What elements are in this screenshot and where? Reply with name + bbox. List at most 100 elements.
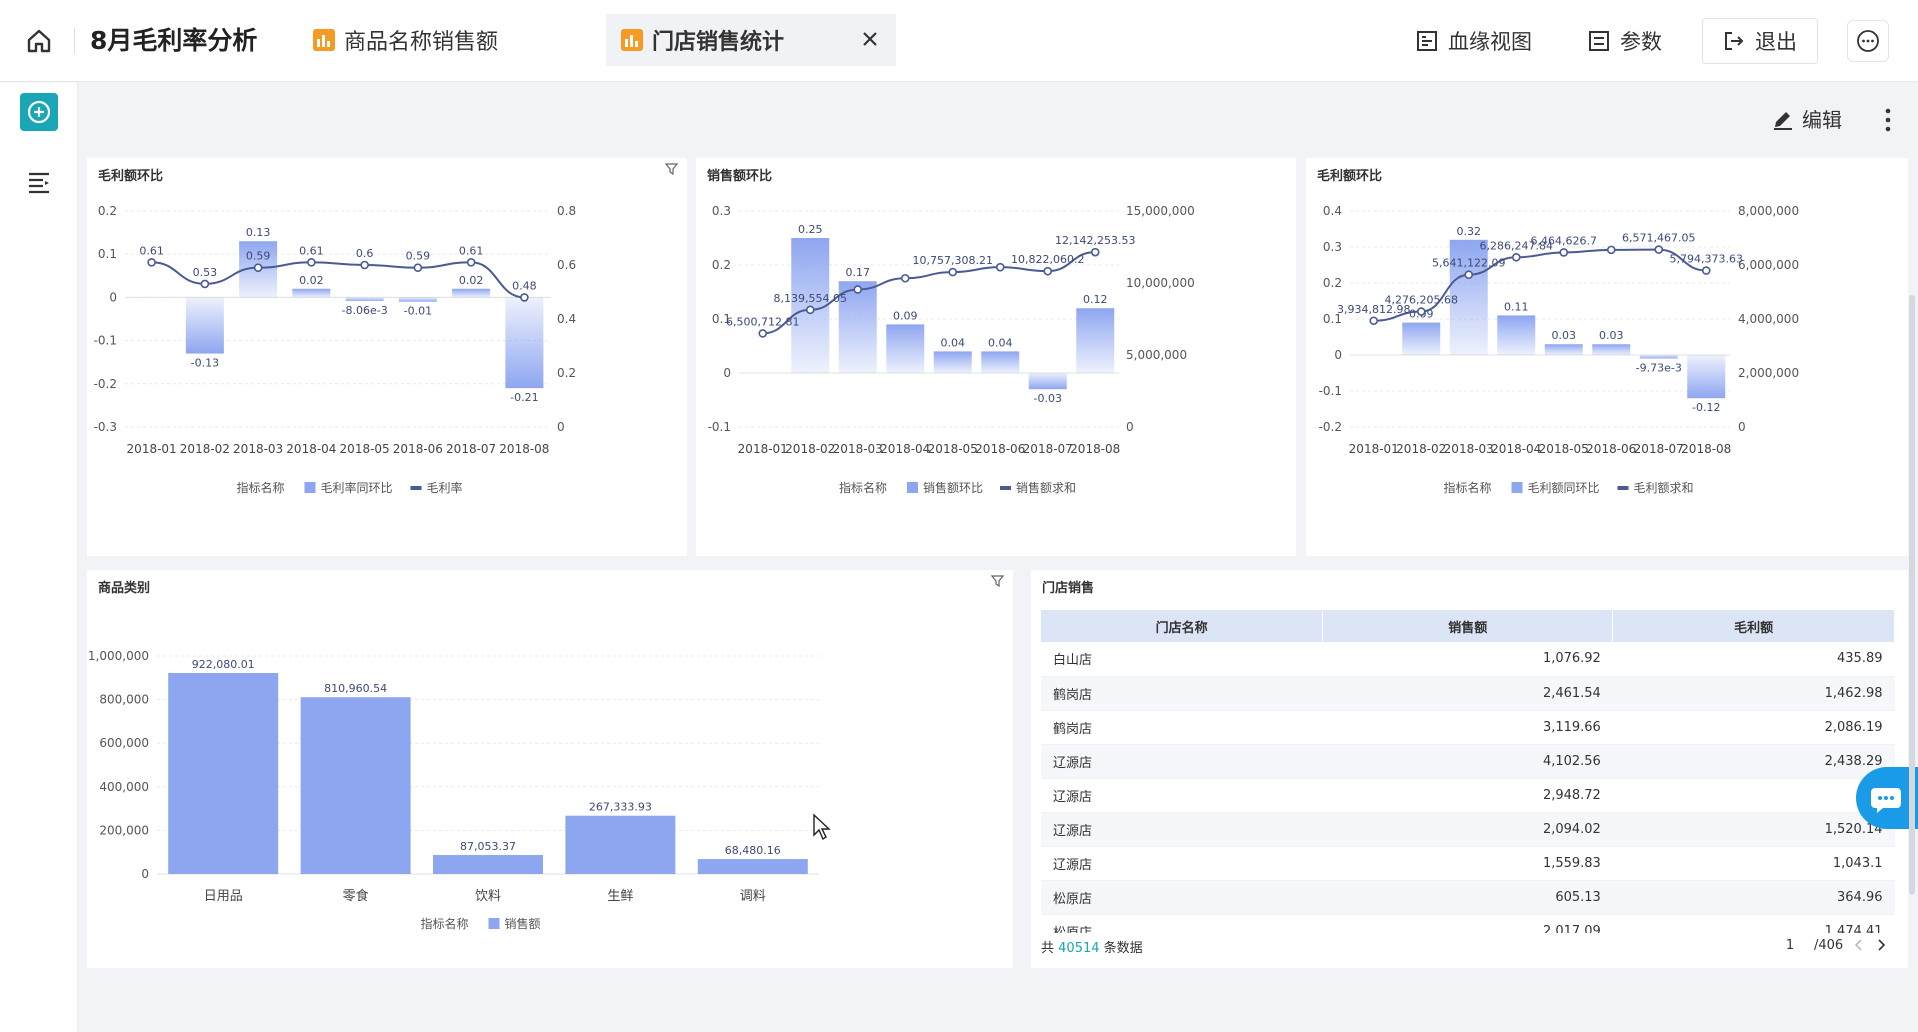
bar[interactable] xyxy=(505,297,544,389)
gross-profit-cell: 1,474.41 xyxy=(1612,914,1895,933)
table-row[interactable]: 辽源店 2,094.02 1,520.14 xyxy=(1041,812,1895,847)
bar[interactable] xyxy=(1076,308,1115,373)
line-point[interactable] xyxy=(307,258,316,267)
add-component-button[interactable] xyxy=(20,93,58,131)
line-point[interactable] xyxy=(147,258,156,267)
legend-item[interactable]: 销售额 xyxy=(505,916,541,931)
kebab-menu-icon[interactable] xyxy=(1880,106,1896,134)
bar[interactable] xyxy=(292,288,331,298)
edit-button[interactable]: 编辑 xyxy=(1772,104,1842,133)
store-sales-table-scroll[interactable]: 门店名称 销售额 毛利额 白山店 1,076.92 435.89 鹤岗店 2,461.5… xyxy=(1041,610,1895,933)
legend-item[interactable]: 销售额求和 xyxy=(1016,480,1076,495)
legend-item[interactable]: 毛利率同环比 xyxy=(321,480,393,495)
x-tick-label: 2018-02 xyxy=(785,442,835,456)
table-row[interactable]: 辽源店 1,559.83 1,043.1 xyxy=(1041,846,1895,881)
params-button[interactable]: 参数 xyxy=(1588,18,1662,64)
tab-label: 门店销售统计 xyxy=(652,30,785,55)
line-point[interactable] xyxy=(1606,245,1616,255)
line-data-label: 6,500,712.81 xyxy=(726,315,799,328)
lineage-view-button[interactable]: 血缘视图 xyxy=(1416,18,1532,64)
line-point[interactable] xyxy=(1369,316,1379,326)
home-button[interactable] xyxy=(20,22,58,60)
chart-tab-icon xyxy=(621,29,643,51)
bar[interactable] xyxy=(433,855,543,874)
legend: 指标名称 销售额 xyxy=(421,916,541,931)
bar[interactable] xyxy=(1402,322,1441,355)
line-point[interactable] xyxy=(853,285,863,294)
table-row[interactable]: 辽源店 4,102.56 2,438.29 xyxy=(1041,744,1895,779)
close-icon[interactable] xyxy=(858,27,882,51)
line-point[interactable] xyxy=(1464,270,1474,279)
bar[interactable] xyxy=(981,351,1020,373)
line-point[interactable] xyxy=(1043,266,1053,276)
column-header[interactable]: 毛利额 xyxy=(1612,610,1895,642)
bar[interactable] xyxy=(1687,355,1726,399)
chart-card-category: 商品类别 1,000,000 800,000 600,000 400,000 200,0… xyxy=(87,570,1013,968)
filter-icon[interactable] xyxy=(665,162,679,176)
bar[interactable] xyxy=(1028,373,1067,390)
column-header[interactable]: 门店名称 xyxy=(1041,610,1324,642)
exit-button[interactable]: 退出 xyxy=(1702,18,1818,64)
chevron-right-icon[interactable] xyxy=(1873,937,1889,953)
x-tick-label: 2018-04 xyxy=(880,442,930,456)
y-tick-label: -0.1 xyxy=(94,334,117,348)
bar[interactable] xyxy=(185,297,224,354)
line-point[interactable] xyxy=(1416,307,1426,316)
bar[interactable] xyxy=(398,297,437,302)
line-point[interactable] xyxy=(413,263,423,272)
column-header[interactable]: 销售额 xyxy=(1322,610,1614,642)
legend-item[interactable]: 毛利额同环比 xyxy=(1528,481,1600,495)
line-point[interactable] xyxy=(466,258,476,267)
bar[interactable] xyxy=(1497,315,1536,355)
table-row[interactable]: 白山店 1,076.92 435.89 xyxy=(1041,642,1895,677)
legend-swatch-bar xyxy=(1511,482,1523,493)
line-point[interactable] xyxy=(995,262,1005,272)
line-point[interactable] xyxy=(360,260,369,270)
bar[interactable] xyxy=(345,297,384,301)
table-row[interactable]: 鹤岗店 2,461.54 1,462.98 xyxy=(1041,676,1895,711)
line-point[interactable] xyxy=(805,305,815,315)
table-row[interactable]: 辽源店2,948.721,9 xyxy=(1041,778,1895,813)
line-point[interactable] xyxy=(1701,266,1711,275)
bar[interactable] xyxy=(886,324,925,373)
bar[interactable] xyxy=(1592,344,1631,355)
bar[interactable] xyxy=(1544,344,1583,355)
line-point[interactable] xyxy=(1090,247,1100,257)
bar[interactable] xyxy=(168,672,279,874)
filter-icon[interactable] xyxy=(991,574,1005,588)
bar[interactable] xyxy=(933,351,972,373)
table-row[interactable]: 鹤岗店 3,119.66 2,086.19 xyxy=(1041,710,1895,745)
line-point[interactable] xyxy=(948,267,958,277)
bar[interactable] xyxy=(697,859,808,874)
line-point[interactable] xyxy=(1559,248,1569,257)
x-tick-label: 2018-05 xyxy=(340,442,390,456)
tab-product-sales[interactable]: 商品名称销售额 xyxy=(312,14,498,66)
line-data-label: 0.53 xyxy=(193,266,218,279)
legend-item[interactable]: 毛利率 xyxy=(427,480,463,495)
outline-button[interactable] xyxy=(26,169,52,199)
line-point[interactable] xyxy=(1511,252,1521,262)
bar[interactable] xyxy=(565,815,676,874)
bar[interactable] xyxy=(300,697,411,874)
tab-store-sales[interactable]: 门店销售统计 xyxy=(606,14,896,66)
line-point[interactable] xyxy=(520,293,529,302)
y-tick-label: -0.3 xyxy=(94,420,117,434)
line-point[interactable] xyxy=(1654,245,1664,254)
page-input[interactable]: 1 xyxy=(1770,935,1810,955)
chevron-left-icon[interactable] xyxy=(1851,937,1867,953)
bar[interactable] xyxy=(452,288,491,298)
table-row[interactable]: 松原店 2,017.09 1,474.41 xyxy=(1041,914,1895,933)
y-tick-label: 0 xyxy=(141,867,149,881)
page-scrollbar[interactable] xyxy=(1909,295,1915,895)
line-point[interactable] xyxy=(900,273,910,283)
x-tick-label: 2018-01 xyxy=(1349,442,1399,456)
more-options-button[interactable] xyxy=(1847,20,1889,62)
line-point[interactable] xyxy=(758,329,768,338)
legend-item[interactable]: 毛利额求和 xyxy=(1634,481,1694,495)
line-point[interactable] xyxy=(253,263,263,272)
bar-data-label: 0.17 xyxy=(846,266,871,279)
line-point[interactable] xyxy=(200,279,210,289)
legend-item[interactable]: 销售额环比 xyxy=(923,480,983,495)
table-row[interactable]: 松原店 605.13 364.96 xyxy=(1041,880,1895,915)
bar[interactable] xyxy=(1639,355,1678,359)
